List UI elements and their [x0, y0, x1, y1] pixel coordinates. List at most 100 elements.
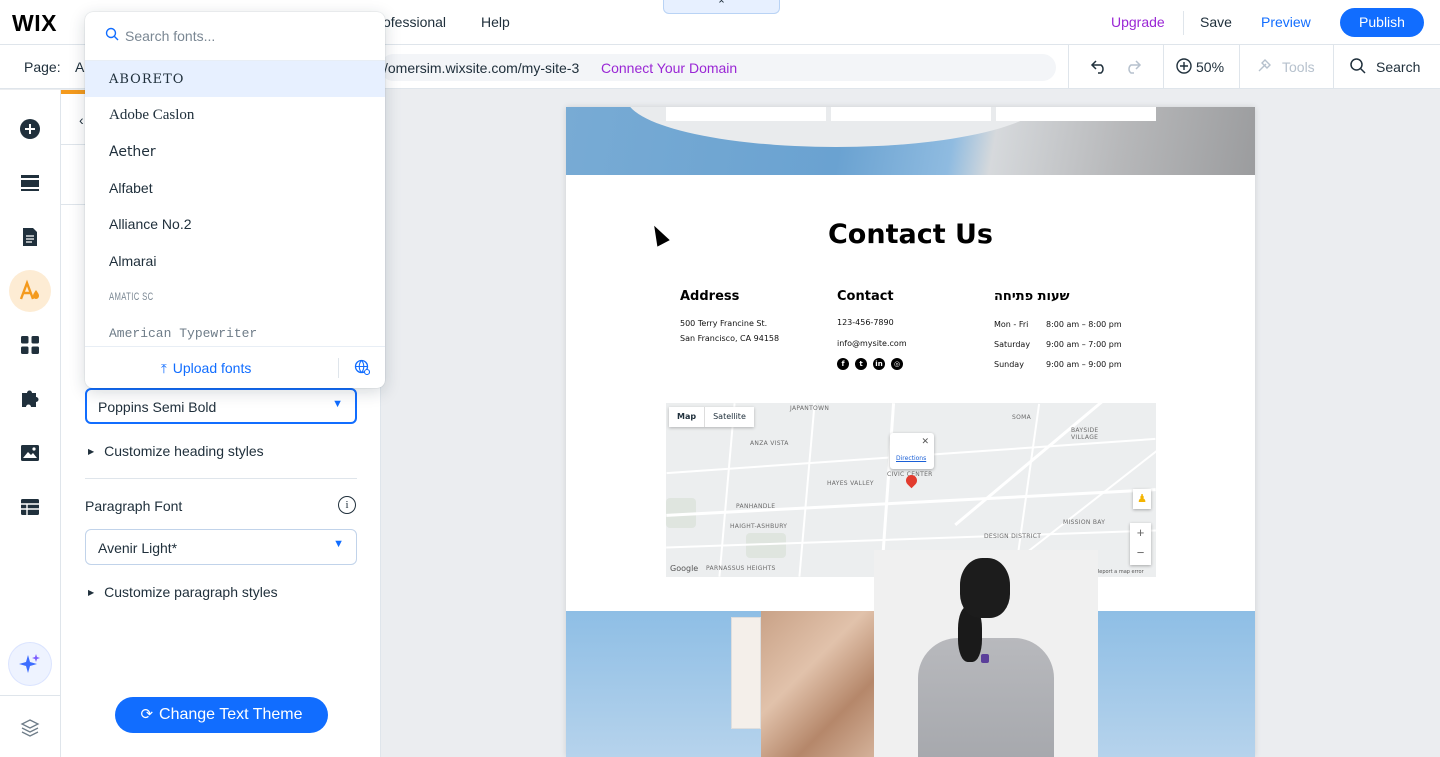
- editor-canvas[interactable]: Contact Us Address 500 Terry Francine St…: [382, 90, 1440, 757]
- chevron-up-icon: ⌃: [716, 0, 727, 11]
- search-icon[interactable]: [1349, 57, 1367, 80]
- chevron-down-icon: ▼: [333, 538, 344, 550]
- design-icon[interactable]: [9, 270, 51, 312]
- upgrade-link[interactable]: Upgrade: [1111, 14, 1165, 30]
- gallery-image[interactable]: [874, 550, 1098, 757]
- phone-text[interactable]: 123-456-7890: [837, 318, 894, 327]
- map-label: SOMA: [1012, 414, 1032, 421]
- hours-day[interactable]: Mon - Fri: [994, 320, 1028, 329]
- contact-heading[interactable]: Contact: [837, 289, 894, 304]
- site-url-bar: /omersim.wixsite.com/my-site-3 Connect Y…: [380, 54, 1056, 81]
- font-picker-dropdown[interactable]: ABORETO Adobe Caslon Aether Alfabet Alli…: [85, 12, 385, 388]
- hours-day[interactable]: Saturday: [994, 340, 1030, 349]
- undo-icon[interactable]: [1090, 57, 1108, 80]
- map-zoom-control[interactable]: + −: [1130, 523, 1151, 565]
- email-text[interactable]: info@mysite.com: [837, 339, 907, 348]
- hours-time[interactable]: 9:00 am – 7:00 pm: [1046, 340, 1122, 349]
- map-tab[interactable]: Map: [669, 407, 706, 427]
- address-line[interactable]: 500 Terry Francine St.: [680, 319, 767, 328]
- change-text-theme-button[interactable]: ⟳ Change Text Theme: [115, 697, 328, 733]
- font-picker-footer: ⤒ Upload fonts: [85, 346, 385, 388]
- customize-heading-toggle[interactable]: ▶ Customize heading styles: [88, 443, 264, 459]
- map-info-window[interactable]: ✕ Directions: [890, 433, 934, 469]
- customize-paragraph-toggle[interactable]: ▶ Customize paragraph styles: [88, 584, 278, 600]
- hours-time[interactable]: 9:00 am – 9:00 pm: [1046, 360, 1122, 369]
- map-label: MISSION BAY: [1063, 519, 1106, 526]
- page-selector[interactable]: A: [75, 59, 84, 75]
- upload-fonts-button[interactable]: ⤒ Upload fonts: [161, 360, 251, 377]
- redo-icon[interactable]: [1124, 57, 1142, 80]
- font-list: ABORETO Adobe Caslon Aether Alfabet Alli…: [85, 61, 385, 351]
- add-icon[interactable]: [16, 115, 44, 143]
- hours-time[interactable]: 8:00 am – 8:00 pm: [1046, 320, 1122, 329]
- publish-button[interactable]: Publish: [1340, 8, 1424, 37]
- linkedin-icon[interactable]: in: [873, 358, 885, 370]
- heading-font-select[interactable]: Poppins Semi Bold ▼: [85, 388, 357, 424]
- hero-card: [996, 107, 1156, 121]
- wix-logo[interactable]: WIX: [12, 10, 57, 37]
- font-option[interactable]: Aether: [85, 134, 385, 170]
- map-label: JAPANTOWN: [790, 405, 830, 412]
- google-logo: Google: [670, 564, 699, 573]
- map-road: [666, 529, 1156, 549]
- cms-icon[interactable]: [16, 493, 44, 521]
- connect-domain-link[interactable]: Connect Your Domain: [601, 60, 737, 76]
- font-option[interactable]: Adobe Caslon: [85, 97, 385, 133]
- font-option[interactable]: Alfabet: [85, 170, 385, 206]
- font-option[interactable]: AMATIC SC: [85, 279, 385, 315]
- menu-help[interactable]: Help: [481, 14, 510, 30]
- person-head: [960, 558, 1010, 618]
- map-type-switch[interactable]: Map Satellite: [669, 407, 754, 427]
- font-option[interactable]: Almarai: [85, 242, 385, 278]
- facebook-icon[interactable]: f: [837, 358, 849, 370]
- save-button[interactable]: Save: [1200, 14, 1232, 30]
- gallery-image[interactable]: [761, 611, 875, 757]
- twitter-icon[interactable]: t: [855, 358, 867, 370]
- gallery-image[interactable]: [731, 617, 761, 729]
- apps-icon[interactable]: [16, 331, 44, 359]
- contact-title[interactable]: Contact Us: [566, 219, 1255, 250]
- back-chevron-icon[interactable]: ‹: [79, 112, 84, 128]
- site-page[interactable]: Contact Us Address 500 Terry Francine St…: [566, 107, 1255, 757]
- address-heading[interactable]: Address: [680, 289, 739, 304]
- collapse-toolbar-tab[interactable]: ⌃: [663, 0, 780, 14]
- pages-icon[interactable]: [16, 223, 44, 251]
- puzzle-icon[interactable]: [16, 385, 44, 413]
- satellite-tab[interactable]: Satellite: [705, 407, 754, 427]
- zoom-icon[interactable]: [1175, 57, 1193, 80]
- hours-day[interactable]: Sunday: [994, 360, 1024, 369]
- zoom-level[interactable]: 50%: [1196, 59, 1224, 75]
- directions-link[interactable]: Directions: [896, 455, 926, 462]
- social-bar[interactable]: f t in ◎: [837, 358, 903, 370]
- info-icon[interactable]: i: [338, 496, 356, 514]
- font-option[interactable]: ABORETO: [85, 61, 385, 98]
- map-label: BAYSIDE VILLAGE: [1071, 427, 1099, 441]
- street-view-icon[interactable]: ♟: [1133, 489, 1151, 509]
- map-report-link[interactable]: Report a map error: [1096, 569, 1144, 575]
- map-road: [798, 403, 816, 577]
- divider: [1068, 45, 1069, 89]
- address-line[interactable]: San Francisco, CA 94158: [680, 334, 779, 343]
- hero-strip[interactable]: [566, 107, 1255, 175]
- tools-button[interactable]: Tools: [1282, 59, 1315, 75]
- font-option[interactable]: Alliance No.2: [85, 206, 385, 242]
- font-search-input[interactable]: [125, 25, 365, 47]
- font-search-bar: [85, 12, 385, 61]
- paragraph-font-select[interactable]: Avenir Light* ▼: [85, 529, 357, 565]
- ai-assistant-icon[interactable]: [9, 643, 51, 685]
- media-icon[interactable]: [16, 439, 44, 467]
- divider: [0, 695, 61, 696]
- search-icon: [105, 27, 119, 41]
- menu-business-professional[interactable]: ofessional: [383, 14, 446, 30]
- language-settings-icon[interactable]: [354, 359, 371, 379]
- tools-icon[interactable]: [1255, 57, 1273, 80]
- preview-button[interactable]: Preview: [1261, 14, 1311, 30]
- instagram-icon[interactable]: ◎: [891, 358, 903, 370]
- close-icon[interactable]: ✕: [921, 436, 929, 447]
- zoom-out-icon[interactable]: −: [1130, 543, 1151, 563]
- sections-icon[interactable]: [16, 169, 44, 197]
- hours-heading[interactable]: שעות פתיחה: [994, 289, 1070, 304]
- zoom-in-icon[interactable]: +: [1130, 523, 1151, 543]
- search-button[interactable]: Search: [1376, 59, 1420, 75]
- layers-icon[interactable]: [16, 714, 44, 742]
